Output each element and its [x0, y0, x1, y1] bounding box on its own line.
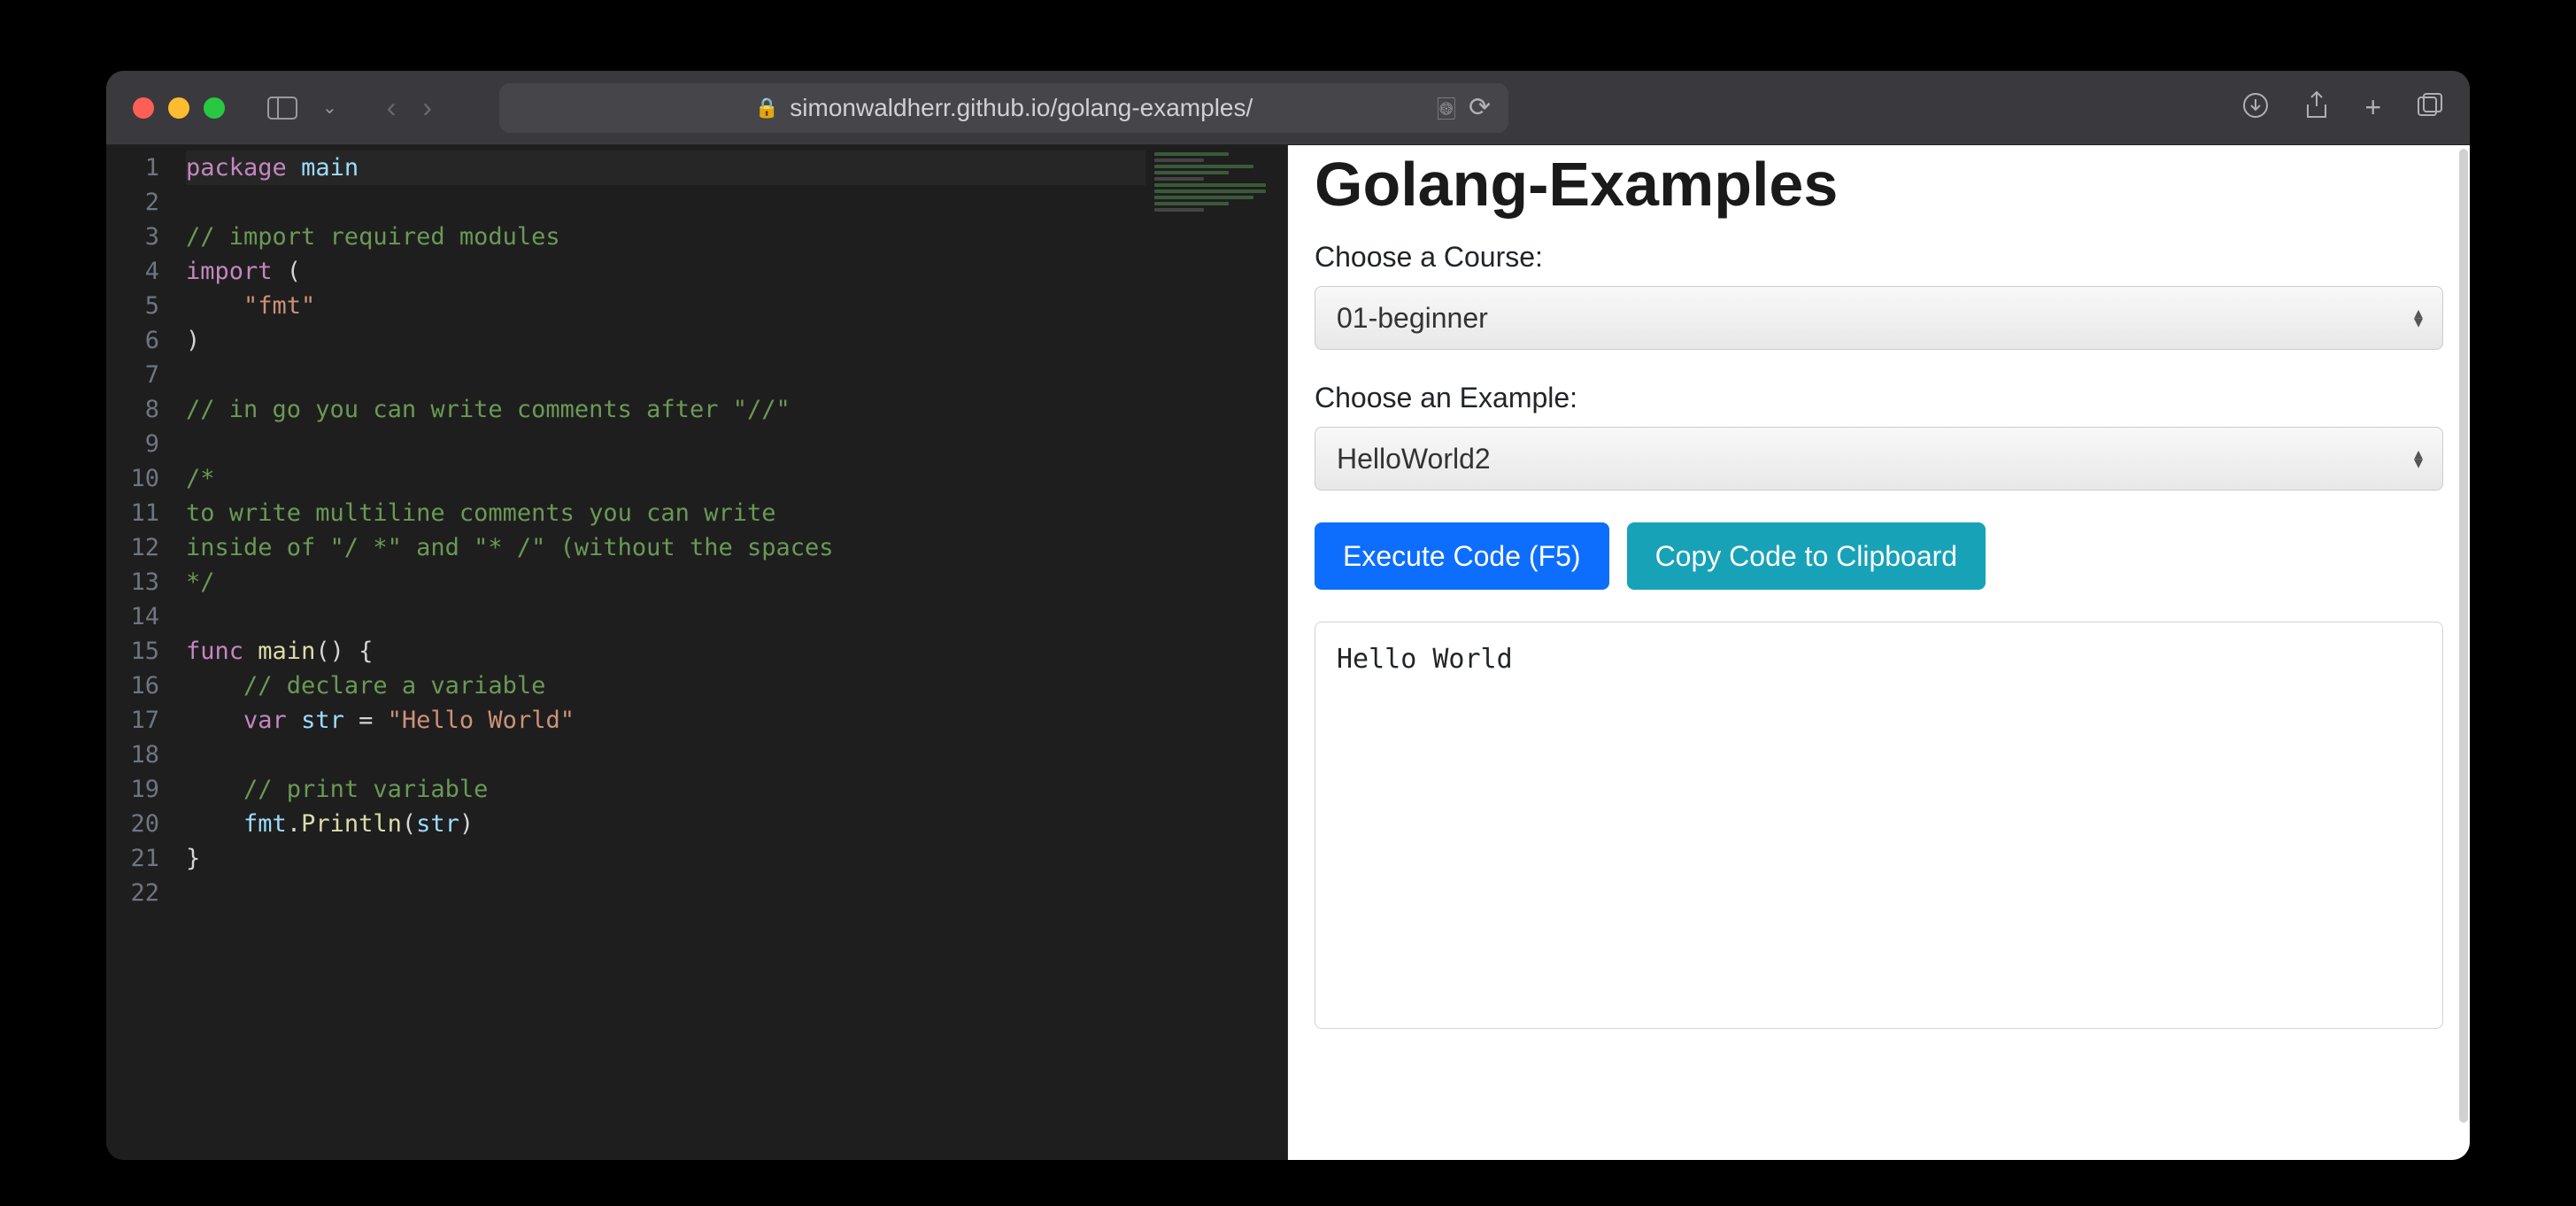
- browser-window: ⌄ ‹ › 🔒 simonwaldherr.github.io/golang-e…: [106, 71, 2470, 1160]
- toolbar-right: +: [2242, 90, 2443, 125]
- example-label: Choose an Example:: [1315, 382, 2443, 414]
- new-tab-button[interactable]: +: [2364, 91, 2381, 124]
- code-line[interactable]: /*: [186, 461, 1145, 496]
- line-number: 14: [106, 599, 159, 634]
- maximize-window-button[interactable]: [204, 97, 225, 119]
- code-line[interactable]: // print variable: [186, 772, 1145, 807]
- code-editor-pane[interactable]: 12345678910111213141516171819202122 pack…: [106, 145, 1288, 1160]
- line-number: 3: [106, 220, 159, 254]
- code-line[interactable]: [186, 876, 1145, 910]
- code-line[interactable]: package main: [186, 151, 1145, 185]
- scrollbar[interactable]: [2459, 149, 2468, 1123]
- line-number: 2: [106, 185, 159, 220]
- minimize-window-button[interactable]: [168, 97, 189, 119]
- code-line[interactable]: to write multiline comments you can writ…: [186, 496, 1145, 530]
- line-gutter: 12345678910111213141516171819202122: [106, 145, 186, 1160]
- line-number: 17: [106, 703, 159, 738]
- code-line[interactable]: import (: [186, 254, 1145, 289]
- content: 12345678910111213141516171819202122 pack…: [106, 145, 2470, 1160]
- code-line[interactable]: // in go you can write comments after "/…: [186, 392, 1145, 427]
- copy-button[interactable]: Copy Code to Clipboard: [1627, 522, 1986, 590]
- output-area[interactable]: Hello World: [1315, 622, 2443, 1029]
- code-line[interactable]: [186, 185, 1145, 220]
- line-number: 9: [106, 427, 159, 461]
- reload-button[interactable]: ⟳: [1469, 92, 1491, 123]
- select-arrows-icon: ▴▾: [2414, 450, 2421, 468]
- tabs-overview-icon[interactable]: [2417, 92, 2443, 123]
- execute-button[interactable]: Execute Code (F5): [1315, 522, 1609, 590]
- line-number: 20: [106, 807, 159, 841]
- downloads-icon[interactable]: [2242, 92, 2269, 123]
- line-number: 1: [106, 151, 159, 185]
- code-line[interactable]: func main() {: [186, 634, 1145, 669]
- code-line[interactable]: // declare a variable: [186, 669, 1145, 703]
- forward-button[interactable]: ›: [422, 91, 432, 124]
- url-bar[interactable]: 🔒 simonwaldherr.github.io/golang-example…: [499, 83, 1508, 133]
- traffic-lights: [133, 97, 225, 119]
- code-line[interactable]: "fmt": [186, 289, 1145, 323]
- page-title: Golang-Examples: [1315, 149, 2443, 220]
- example-select-value: HelloWorld2: [1337, 443, 1491, 475]
- example-select[interactable]: HelloWorld2 ▴▾: [1315, 427, 2443, 491]
- back-button[interactable]: ‹: [387, 91, 397, 124]
- minimap[interactable]: [1145, 145, 1287, 1160]
- code-line[interactable]: inside of "/ *" and "* /" (without the s…: [186, 530, 1145, 565]
- code-line[interactable]: var str = "Hello World": [186, 703, 1145, 738]
- control-panel: Golang-Examples Choose a Course: 01-begi…: [1288, 145, 2470, 1160]
- sidebar-toggle-button[interactable]: [266, 95, 299, 121]
- line-number: 11: [106, 496, 159, 530]
- line-number: 7: [106, 358, 159, 392]
- code-line[interactable]: // import required modules: [186, 220, 1145, 254]
- course-select-value: 01-beginner: [1337, 302, 1488, 335]
- code-line[interactable]: [186, 427, 1145, 461]
- course-select[interactable]: 01-beginner ▴▾: [1315, 286, 2443, 350]
- code-line[interactable]: */: [186, 565, 1145, 599]
- reader-icon[interactable]: 🀙: [1437, 94, 1455, 122]
- line-number: 13: [106, 565, 159, 599]
- code-line[interactable]: [186, 738, 1145, 772]
- line-number: 21: [106, 841, 159, 876]
- url-text: simonwaldherr.github.io/golang-examples/: [790, 94, 1253, 122]
- code-line[interactable]: ): [186, 323, 1145, 358]
- share-icon[interactable]: [2304, 90, 2329, 125]
- select-arrows-icon: ▴▾: [2414, 309, 2421, 327]
- close-window-button[interactable]: [133, 97, 154, 119]
- line-number: 15: [106, 634, 159, 669]
- line-number: 10: [106, 461, 159, 496]
- line-number: 12: [106, 530, 159, 565]
- course-label: Choose a Course:: [1315, 241, 2443, 274]
- code-line[interactable]: fmt.Println(str): [186, 807, 1145, 841]
- button-row: Execute Code (F5) Copy Code to Clipboard: [1315, 522, 2443, 590]
- titlebar: ⌄ ‹ › 🔒 simonwaldherr.github.io/golang-e…: [106, 71, 2470, 145]
- line-number: 16: [106, 669, 159, 703]
- line-number: 22: [106, 876, 159, 910]
- nav-arrows: ‹ ›: [387, 91, 432, 124]
- line-number: 6: [106, 323, 159, 358]
- line-number: 5: [106, 289, 159, 323]
- code-line[interactable]: [186, 599, 1145, 634]
- code-line[interactable]: }: [186, 841, 1145, 876]
- code-area[interactable]: package main // import required modulesi…: [186, 145, 1145, 1160]
- line-number: 8: [106, 392, 159, 427]
- lock-icon: 🔒: [755, 97, 779, 120]
- line-number: 19: [106, 772, 159, 807]
- line-number: 18: [106, 738, 159, 772]
- chevron-down-icon[interactable]: ⌄: [322, 97, 337, 119]
- line-number: 4: [106, 254, 159, 289]
- code-line[interactable]: [186, 358, 1145, 392]
